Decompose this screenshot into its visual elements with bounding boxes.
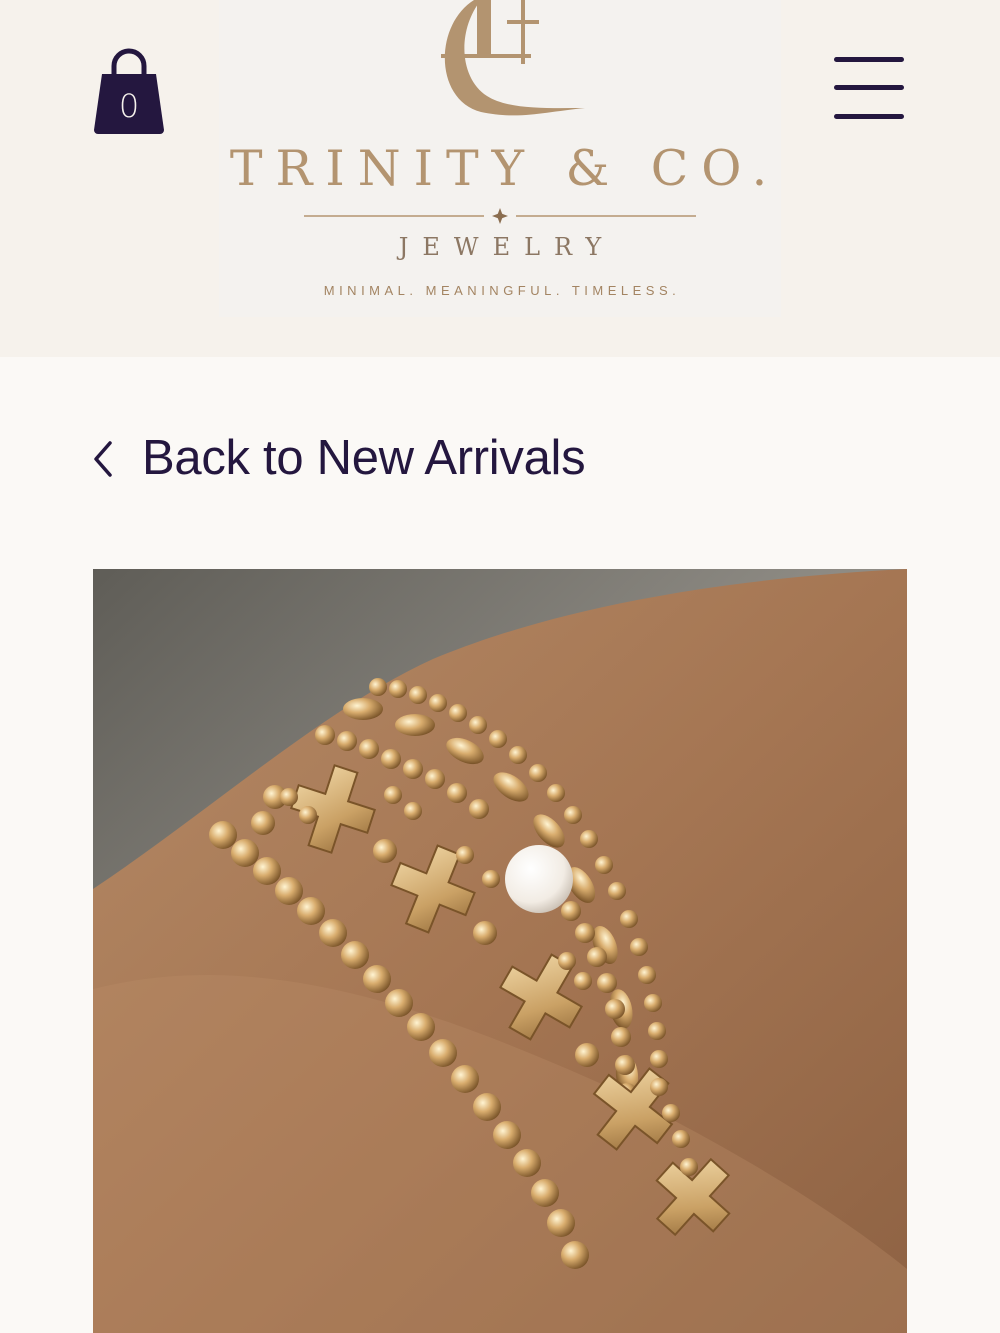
logo-monogram-icon	[441, 0, 585, 116]
brand-subtitle: JEWELRY	[398, 233, 616, 261]
back-link-label: Back to New Arrivals	[142, 431, 586, 485]
product-image[interactable]	[93, 569, 907, 1333]
cart-button[interactable]: 0	[92, 44, 166, 136]
brand-tagline: MINIMAL. MEANINGFUL. TIMELESS.	[323, 283, 681, 298]
brand-name: TRINITY & CO.	[229, 140, 781, 197]
product-photo	[93, 569, 907, 1333]
brand-logo[interactable]: TRINITY & CO. JEWELRY MINIMAL. MEANINGFU…	[219, 0, 781, 317]
menu-line	[834, 114, 904, 119]
cart-count: 0	[118, 87, 140, 125]
chevron-left-icon	[94, 441, 112, 477]
menu-line	[834, 85, 904, 90]
menu-line	[834, 57, 904, 62]
logo-divider	[304, 208, 696, 224]
menu-button[interactable]	[832, 55, 906, 123]
back-to-new-arrivals-link[interactable]: Back to New Arrivals	[90, 426, 586, 490]
site-header: 0 TRINITY & CO. JEWELRY MINIMAL. MEANING…	[0, 0, 1000, 357]
